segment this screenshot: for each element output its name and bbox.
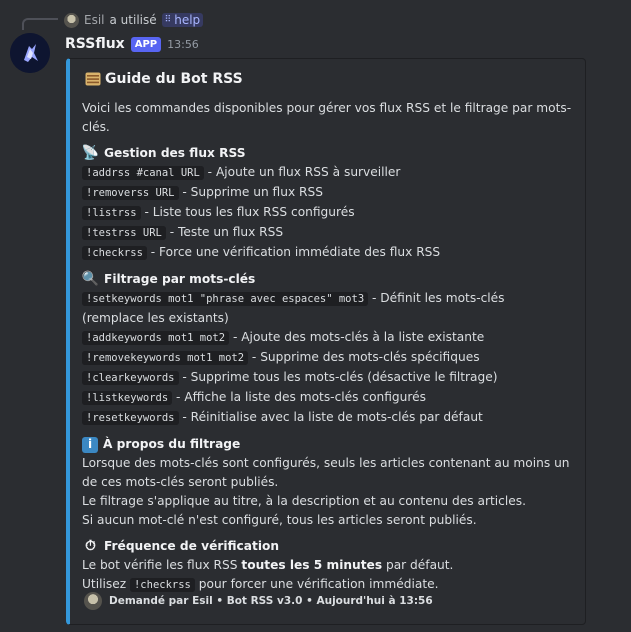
frequency-text-pre-2: Utilisez [82,577,130,591]
about-section-title: i À propos du filtrage [82,435,577,454]
about-text: Lorsque des mots-clés sont configurés, s… [82,454,577,530]
command-code: !listkeywords [82,391,173,405]
frequency-text-post: par défaut. [382,558,454,572]
reply-action: a utilisé [109,13,157,27]
embed-body: Voici les commandes disponibles pour gér… [82,99,577,595]
intro-line-2: clés. [82,120,110,134]
command-code: !setkeywords mot1 "phrase avec espaces" … [82,292,369,306]
magnifier-icon: 🔍 [81,271,100,287]
about-section-title-text: À propos du filtrage [103,437,241,451]
about-line: Le filtrage s'applique au titre, à la de… [82,494,526,508]
about-line: Si aucun mot-clé n'est configuré, tous l… [82,513,477,527]
stopwatch-icon: ⏱ [85,538,96,554]
command-desc: - Supprime des mots-clés spécifiques [248,350,480,364]
command-desc: - Ajoute un flux RSS à surveiller [203,165,401,179]
keywords-section-title: 🔍 Filtrage par mots-clés [82,270,577,289]
embed-footer: Demandé par Esil • Bot RSS v3.0 • Aujour… [84,592,433,610]
command-code: !testrss URL [82,226,166,240]
command-desc: - Ajoute des mots-clés à la liste exista… [229,330,485,344]
command-name: help [174,13,201,27]
rss-section-title: 📡 Gestion des flux RSS [82,144,577,163]
footer-text: Demandé par Esil • Bot RSS v3.0 • Aujour… [109,595,433,607]
frequency-bold: toutes les 5 minutes [241,558,383,572]
command-desc: - Supprime un flux RSS [178,185,323,199]
list-item: !testrss URL - Teste un flux RSS [82,223,577,243]
command-desc-continuation: (remplace les existants) [82,311,229,325]
reply-context[interactable]: Esil a utilisé ⠿ help [64,11,204,29]
rss-section-title-text: Gestion des flux RSS [104,146,246,160]
command-desc: - Force une vérification immédiate des f… [146,245,441,259]
command-desc: - Réinitialise avec la liste de mots-clé… [178,410,483,424]
command-desc: - Teste un flux RSS [165,225,284,239]
embed-title: Guide du Bot RSS [84,71,243,87]
card-index-icon [84,71,101,87]
rss-command-list: !addrss #canal URL - Ajoute un flux RSS … [82,163,577,263]
keywords-section-title-text: Filtrage par mots-clés [104,272,256,286]
frequency-section-title: ⏱ Fréquence de vérification [82,537,577,556]
satellite-icon: 📡 [81,145,100,161]
command-desc: - Liste tous les flux RSS configurés [140,205,355,219]
command-code: !clearkeywords [82,371,179,385]
bot-name[interactable]: RSSflux [65,36,125,52]
list-item: !addkeywords mot1 mot2 - Ajoute des mots… [82,328,577,348]
command-code: !addkeywords mot1 mot2 [82,331,230,345]
message-timestamp[interactable]: 13:56 [167,38,199,51]
info-icon: i [82,436,98,453]
app-badge: APP [130,36,162,52]
reply-username[interactable]: Esil [84,13,105,27]
list-item: !setkeywords mot1 "phrase avec espaces" … [82,289,577,309]
command-code: !removekeywords mot1 mot2 [82,351,249,365]
reply-connector [22,18,58,30]
list-item: !listkeywords - Affiche la liste des mot… [82,388,577,408]
command-code: !listrss [82,206,141,220]
list-item: !addrss #canal URL - Ajoute un flux RSS … [82,163,577,183]
list-item: !resetkeywords - Réinitialise avec la li… [82,408,577,428]
about-line: Lorsque des mots-clés sont configurés, s… [82,456,570,470]
frequency-section-title-text: Fréquence de vérification [104,539,280,553]
list-item: !listrss - Liste tous les flux RSS confi… [82,203,577,223]
command-code: !checkrss [129,578,195,592]
frequency-text-pre: Le bot vérifie les flux RSS [82,558,242,572]
keywords-command-list: !setkeywords mot1 "phrase avec espaces" … [82,289,577,428]
user-avatar[interactable] [64,12,79,28]
command-desc: - Affiche la liste des mots-clés configu… [172,390,426,404]
frequency-text-post-2: pour forcer une vérification immédiate. [194,577,439,591]
frequency-text: Le bot vérifie les flux RSS toutes les 5… [82,556,577,595]
command-icon: ⠿ [164,15,172,25]
list-item: !clearkeywords - Supprime tous les mots-… [82,368,577,388]
command-code: !checkrss [82,246,147,260]
help-embed: Guide du Bot RSS Voici les commandes dis… [66,58,586,625]
command-code: !addrss #canal URL [82,166,204,180]
message-header: RSSflux APP 13:56 [65,36,199,52]
command-desc: - Définit les mots-clés [368,291,505,305]
command-code: !resetkeywords [82,411,179,425]
slash-command-chip[interactable]: ⠿ help [161,13,204,27]
list-item: !removerss URL - Supprime un flux RSS [82,183,577,203]
bot-avatar-art [10,33,50,73]
embed-title-text: Guide du Bot RSS [105,71,243,87]
list-item: !checkrss - Force une vérification imméd… [82,243,577,263]
intro-line-1: Voici les commandes disponibles pour gér… [82,101,572,115]
about-line: de ces mots-clés seront publiés. [82,475,279,489]
frequency-line-1: Le bot vérifie les flux RSS toutes les 5… [82,556,577,575]
list-item: !removekeywords mot1 mot2 - Supprime des… [82,348,577,368]
command-code: !removerss URL [82,186,179,200]
command-desc: - Supprime tous les mots-clés (désactive… [178,370,498,384]
bot-avatar[interactable] [10,33,50,73]
footer-avatar [84,592,102,610]
